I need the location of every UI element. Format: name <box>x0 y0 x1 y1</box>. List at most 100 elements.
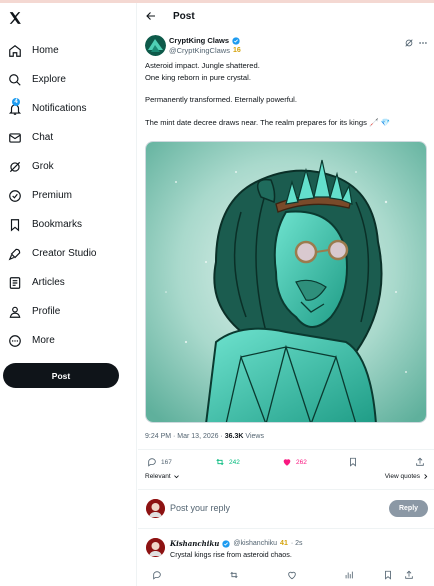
view-quotes-link[interactable]: View quotes <box>385 473 429 480</box>
nav-item-chat[interactable]: Chat <box>0 123 137 152</box>
nav-label-premium: Premium <box>32 190 73 201</box>
current-user-avatar[interactable] <box>146 499 165 518</box>
mail-icon <box>8 131 22 145</box>
chevron-down-icon <box>173 475 179 479</box>
tweet-actions: 167 242 262 <box>138 454 434 474</box>
reply-icon[interactable] <box>152 567 162 580</box>
verified-badge-icon <box>232 36 240 45</box>
tweet-line: One king reborn in pure crystal. <box>145 72 251 82</box>
tweet-line: The mint date decree draws near. The rea… <box>145 117 391 127</box>
nav-item-creator-studio[interactable]: Creator Studio <box>0 239 137 268</box>
commenter-handle[interactable]: @kishanchiku <box>233 540 277 547</box>
grok-icon <box>8 160 22 174</box>
reply-time: · 2s <box>290 540 303 547</box>
sort-label: Relevant <box>145 473 171 480</box>
repost-icon[interactable] <box>229 567 239 579</box>
like-action[interactable]: 262 <box>282 457 307 467</box>
back-arrow-icon[interactable] <box>145 10 157 22</box>
commenter-avatar[interactable] <box>146 538 165 557</box>
analytics-icon[interactable] <box>344 567 354 579</box>
reply-icon <box>148 458 156 467</box>
tweet-image-crystal-lion[interactable] <box>145 141 427 423</box>
chevron-right-icon <box>424 474 428 479</box>
author-name-row[interactable]: CryptKing Claws <box>169 36 240 45</box>
rocket-icon <box>8 247 22 261</box>
person-icon <box>8 305 22 319</box>
reply-button[interactable]: Reply <box>389 500 428 517</box>
commenter-tag: 41 <box>280 540 288 547</box>
nav-item-premium[interactable]: Premium <box>0 181 137 210</box>
nav-label-creator-studio: Creator Studio <box>32 248 97 259</box>
notification-badge: 4 <box>12 97 20 106</box>
author-handle-row: @CryptKingClaws 16 <box>169 46 241 55</box>
grok-icon[interactable] <box>404 38 414 48</box>
share-icon <box>416 457 424 466</box>
views-label: Views <box>243 433 264 440</box>
divider <box>138 449 434 450</box>
sidebar-post-button[interactable]: Post <box>3 363 119 388</box>
tweet-meta: 9:24 PM · Mar 13, 2026 · 36.3K Views <box>145 433 264 440</box>
reply-item[interactable]: Kishanchiku @kishanchiku 41 · 2s Crystal… <box>138 533 434 586</box>
verified-badge-icon <box>222 539 231 548</box>
heart-filled-icon <box>283 459 291 466</box>
article-icon <box>8 276 22 290</box>
share-action[interactable] <box>415 457 425 467</box>
tweet-line: Asteroid impact. Jungle shattered. <box>145 61 260 70</box>
repost-icon <box>216 458 224 466</box>
reply-actions <box>138 567 434 580</box>
nav-item-home[interactable]: Home <box>0 36 137 65</box>
nav-label-more: More <box>32 335 55 346</box>
nav-label-profile: Profile <box>32 306 61 317</box>
sort-replies-dropdown[interactable]: Relevant <box>145 473 180 480</box>
nav-item-more[interactable]: More <box>0 326 137 355</box>
bookmark-icon[interactable] <box>383 567 393 580</box>
nav-label-explore: Explore <box>32 74 66 85</box>
nav-label-home: Home <box>32 45 59 56</box>
heart-icon[interactable] <box>287 567 297 580</box>
nav-item-articles[interactable]: Articles <box>0 268 137 297</box>
repost-action[interactable]: 242 <box>215 457 240 467</box>
author-tag: 16 <box>232 47 241 54</box>
nav-item-notifications[interactable]: 4 Notifications <box>0 94 137 123</box>
author-avatar[interactable] <box>145 35 166 56</box>
bookmark-icon <box>350 457 356 467</box>
page-header: Post <box>138 3 434 29</box>
nav-label-bookmarks: Bookmarks <box>32 219 83 230</box>
bookmark-action[interactable] <box>348 457 358 467</box>
primary-nav: Home Explore 4 Notifications Chat Grok P… <box>0 36 137 355</box>
reply-input[interactable]: Post your reply <box>170 503 230 513</box>
nav-item-profile[interactable]: Profile <box>0 297 137 326</box>
reply-header: Kishanchiku @kishanchiku 41 · 2s <box>170 539 303 548</box>
like-count: 262 <box>296 458 307 466</box>
nav-label-chat: Chat <box>32 132 54 143</box>
repost-count: 242 <box>229 458 240 466</box>
share-icon[interactable] <box>404 567 414 579</box>
bookmark-icon <box>8 218 22 232</box>
sidebar: Home Explore 4 Notifications Chat Grok P… <box>0 3 137 586</box>
more-options-icon[interactable] <box>418 38 428 48</box>
nav-label-articles: Articles <box>32 277 65 288</box>
reply-text: Crystal kings rise from asteroid chaos. <box>170 550 292 559</box>
page-title: Post <box>173 10 195 22</box>
post-detail-column: Post CryptKing Claws @CryptKingClaws 16 … <box>138 3 434 586</box>
x-logo-icon[interactable] <box>8 11 22 25</box>
tweet-text: Asteroid impact. Jungle shattered. One k… <box>138 60 434 128</box>
views-count: 36.3K <box>224 433 244 440</box>
nav-label-notifications: Notifications <box>32 103 87 114</box>
divider <box>138 528 434 529</box>
reply-action[interactable]: 167 <box>147 457 172 467</box>
nav-item-grok[interactable]: Grok <box>0 152 137 181</box>
reply-count: 167 <box>161 458 172 466</box>
nav-label-grok: Grok <box>32 161 54 172</box>
author-name: CryptKing Claws <box>169 36 230 45</box>
tweet-timestamp[interactable]: 9:24 PM · Mar 13, 2026 · <box>145 433 225 440</box>
divider <box>138 489 434 490</box>
author-handle[interactable]: @CryptKingClaws <box>169 46 230 55</box>
nav-item-explore[interactable]: Explore <box>0 65 137 94</box>
view-quotes-label: View quotes <box>384 473 420 480</box>
verified-icon <box>8 189 22 203</box>
nav-item-bookmarks[interactable]: Bookmarks <box>0 210 137 239</box>
search-icon <box>8 73 22 87</box>
tweet-line: Permanently transformed. Eternally power… <box>145 95 297 104</box>
commenter-name[interactable]: Kishanchiku <box>170 539 219 548</box>
